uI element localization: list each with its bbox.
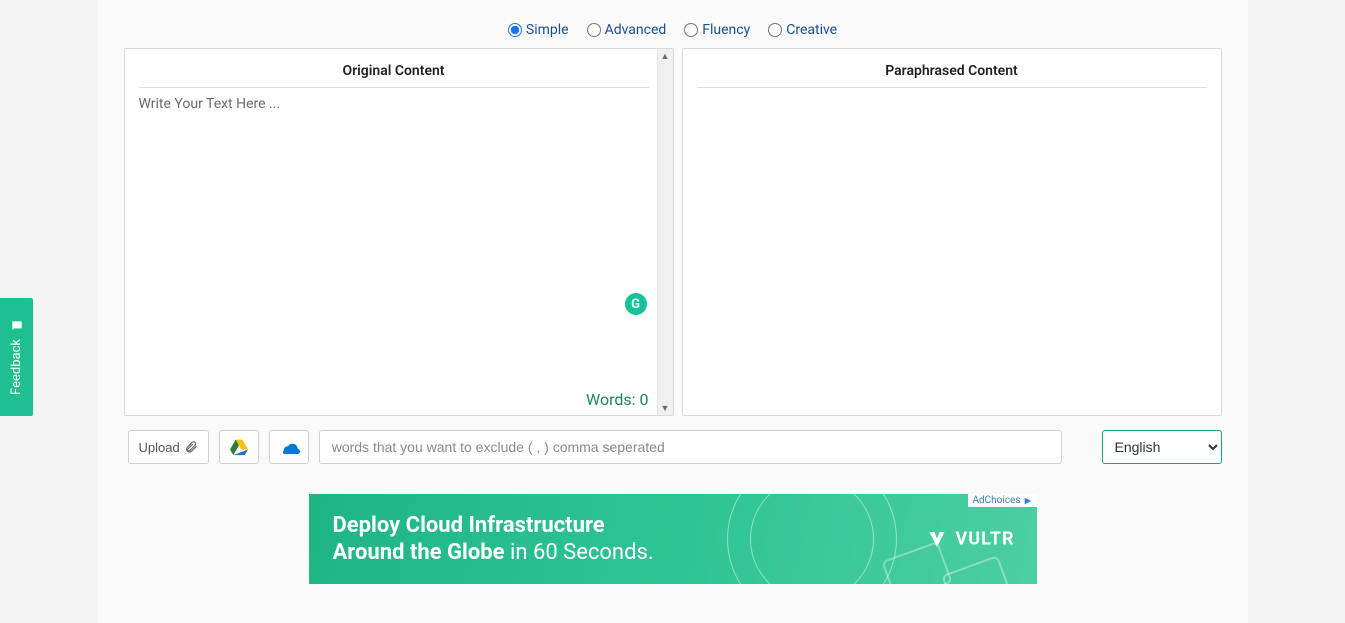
mode-selector: Simple Advanced Fluency Creative [98, 0, 1248, 48]
mode-fluency[interactable]: Fluency [684, 22, 750, 38]
adchoices-label: AdChoices [972, 495, 1020, 506]
chat-icon [10, 319, 24, 333]
onedrive-button[interactable] [269, 430, 309, 464]
ad-brand-text: VULTR [955, 529, 1014, 550]
scroll-down-icon[interactable]: ▼ [658, 401, 673, 415]
scroll-up-icon[interactable]: ▲ [658, 49, 673, 63]
mode-simple[interactable]: Simple [508, 22, 569, 38]
ad-headline-2b: in 60 Seconds. [505, 540, 654, 565]
original-textarea[interactable] [125, 88, 663, 415]
original-title: Original Content [139, 49, 649, 88]
globe-icon [727, 494, 897, 584]
mode-advanced[interactable]: Advanced [587, 22, 667, 38]
upload-button[interactable]: Upload [128, 430, 209, 464]
mode-creative-radio[interactable] [768, 23, 782, 37]
mode-creative[interactable]: Creative [768, 22, 837, 38]
onedrive-icon [278, 440, 300, 454]
ad-headline-1: Deploy Cloud Infrastructure [333, 512, 654, 540]
grammar-check-icon[interactable]: G [625, 293, 647, 315]
ad-copy: Deploy Cloud Infrastructure Around the G… [333, 512, 654, 567]
mode-fluency-radio[interactable] [684, 23, 698, 37]
scrollbar[interactable]: ▲ ▼ [657, 49, 673, 415]
bottom-toolbar: Upload English [98, 416, 1248, 464]
word-count: Words: 0 [586, 390, 648, 409]
ad-headline-2a: Around the Globe [333, 540, 505, 565]
upload-label: Upload [139, 440, 180, 455]
mode-simple-label: Simple [526, 22, 569, 38]
adchoices-badge[interactable]: AdChoices [968, 494, 1036, 507]
original-panel: Original Content G Words: 0 ▲ ▼ [124, 48, 674, 416]
vultr-logo-icon [927, 529, 947, 549]
mode-fluency-label: Fluency [702, 22, 750, 38]
ad-brand: VULTR [927, 529, 1014, 550]
exclude-words-input[interactable] [319, 430, 1062, 464]
chip-icon [941, 555, 1012, 584]
mode-creative-label: Creative [786, 22, 837, 38]
adchoices-icon [1023, 496, 1033, 506]
feedback-label: Feedback [9, 339, 24, 395]
google-drive-icon [229, 438, 249, 456]
content-panels: Original Content G Words: 0 ▲ ▼ Paraphra… [98, 48, 1248, 416]
feedback-tab[interactable]: Feedback [0, 298, 33, 416]
paraphrased-title: Paraphrased Content [697, 49, 1207, 88]
tool-card: Simple Advanced Fluency Creative Origina… [98, 0, 1248, 623]
ad-banner[interactable]: Deploy Cloud Infrastructure Around the G… [309, 494, 1037, 584]
mode-advanced-label: Advanced [605, 22, 667, 38]
paraphrased-panel: Paraphrased Content [682, 48, 1222, 416]
language-select[interactable]: English [1102, 430, 1222, 464]
paperclip-icon [184, 440, 198, 454]
mode-simple-radio[interactable] [508, 23, 522, 37]
mode-advanced-radio[interactable] [587, 23, 601, 37]
google-drive-button[interactable] [219, 430, 259, 464]
ad-headline-2: Around the Globe in 60 Seconds. [333, 539, 654, 567]
